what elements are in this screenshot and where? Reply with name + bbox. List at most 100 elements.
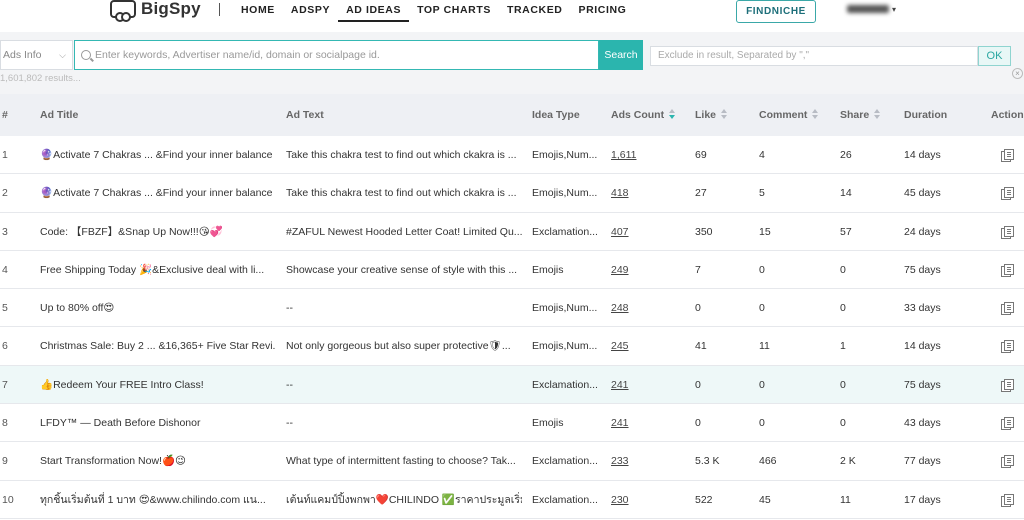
row-ad-text: Not only gorgeous but also super protect…	[286, 340, 511, 353]
copy-icon[interactable]	[1001, 263, 1014, 277]
row-ads-count[interactable]: 241	[611, 404, 629, 442]
brand-name: BigSpy	[141, 0, 201, 18]
row-duration: 43 days	[904, 417, 941, 430]
search-input[interactable]: Enter keywords, Advertiser name/id, doma…	[74, 40, 599, 70]
row-idea-type: Exclamation...	[532, 225, 598, 238]
row-ads-count[interactable]: 418	[611, 174, 629, 212]
row-share: 57	[840, 225, 852, 238]
row-ad-text: #ZAFUL Newest Hooded Letter Coat! Limite…	[286, 225, 522, 238]
sort-icon[interactable]	[874, 109, 881, 120]
search-button[interactable]: Search	[599, 40, 643, 70]
nav-tracked[interactable]: TRACKED	[499, 0, 571, 22]
exclude-input[interactable]: Exclude in result, Separated by ","	[650, 46, 978, 66]
row-comment: 4	[759, 149, 765, 161]
row-like: 0	[695, 378, 701, 391]
table-row[interactable]: 8 LFDY™ — Death Before Dishonor -- Emojis 24…	[0, 404, 1024, 443]
row-ads-count[interactable]: 407	[611, 213, 629, 251]
row-idea-type: Emojis,Num...	[532, 302, 598, 315]
table-row[interactable]: 2 🔮Activate 7 Chakras ... &Find your inne…	[0, 174, 1024, 213]
row-ads-count[interactable]: 233	[611, 442, 629, 480]
row-ad-text: --	[286, 417, 293, 430]
search-icon	[81, 50, 91, 60]
col-like[interactable]: Like	[695, 94, 728, 136]
row-comment: 0	[759, 302, 765, 315]
table-row[interactable]: 5 Up to 80% off😍 -- Emojis,Num... 248 0 0 0 33 d…	[0, 289, 1024, 328]
brand-logo[interactable]: BigSpy	[110, 0, 201, 22]
row-ads-count[interactable]: 230	[611, 481, 629, 519]
copy-icon[interactable]	[1001, 149, 1014, 162]
row-comment: 11	[759, 340, 770, 353]
row-comment: 0	[759, 378, 765, 391]
table-row[interactable]: 3 Code: 【FBZF】&Snap Up Now!!!😘💞 #ZAFUL New…	[0, 212, 1024, 251]
col-ads-count-label: Ads Count	[611, 109, 665, 121]
row-idea-type: Emojis	[532, 263, 564, 276]
col-idea-type: Idea Type	[532, 109, 580, 121]
copy-icon[interactable]	[1001, 378, 1014, 392]
copy-icon[interactable]	[1001, 340, 1014, 354]
user-menu[interactable]: ▾	[847, 4, 896, 15]
col-share[interactable]: Share	[840, 94, 881, 136]
row-duration: 17 days	[904, 493, 941, 506]
copy-icon[interactable]	[1001, 455, 1014, 469]
row-like: 0	[695, 302, 701, 315]
search-scope-select[interactable]: Ads Info ⌵	[0, 40, 73, 70]
search-bar-area: Ads Info ⌵ Enter keywords, Advertiser na…	[0, 32, 1024, 94]
table-row[interactable]: 9 Start Transformation Now!🍎😉 What type of…	[0, 442, 1024, 481]
row-ad-text: --	[286, 302, 293, 315]
findniche-button[interactable]: FINDNICHE	[736, 0, 816, 23]
row-share: 14	[840, 187, 852, 200]
row-ads-count[interactable]: 1,611	[611, 136, 637, 174]
sort-icon[interactable]	[721, 109, 728, 120]
row-like: 5.3 K	[695, 455, 720, 468]
row-ads-count[interactable]: 241	[611, 366, 629, 404]
row-duration: 45 days	[904, 187, 941, 200]
nav-pricing[interactable]: PRICING	[570, 0, 634, 22]
row-ad-title: 🔮Activate 7 Chakras ... &Find your inner…	[40, 187, 273, 200]
row-comment: 45	[759, 493, 771, 506]
row-ad-title: Code: 【FBZF】&Snap Up Now!!!😘💞	[40, 225, 223, 238]
row-ads-count[interactable]: 249	[611, 251, 629, 289]
row-like: 0	[695, 417, 701, 430]
results-count: 1,601,802 results...	[0, 73, 81, 84]
row-ad-title: Up to 80% off😍	[40, 302, 115, 315]
row-ads-count[interactable]: 248	[611, 289, 629, 327]
col-comment[interactable]: Comment	[759, 94, 819, 136]
nav-top-charts[interactable]: TOP CHARTS	[409, 0, 499, 22]
row-like: 7	[695, 263, 701, 276]
logo-divider	[219, 3, 220, 16]
table-row[interactable]: 4 Free Shipping Today 🎉&Exclusive deal wi…	[0, 250, 1024, 290]
copy-icon[interactable]	[1001, 417, 1014, 431]
nav-ad-ideas[interactable]: AD IDEAS	[338, 0, 410, 22]
row-share: 0	[840, 378, 846, 391]
copy-icon[interactable]	[1001, 225, 1014, 239]
row-ad-title: LFDY™ — Death Before Dishonor	[40, 417, 201, 430]
copy-icon[interactable]	[1001, 302, 1014, 316]
copy-icon[interactable]	[1001, 493, 1014, 507]
row-share: 0	[840, 263, 846, 276]
row-comment: 5	[759, 187, 765, 200]
table-row[interactable]: 6 Christmas Sale: Buy 2 ... &16,365+ Five…	[0, 327, 1024, 366]
row-ad-text: Take this chakra test to find out which …	[286, 149, 517, 161]
row-index: 1	[2, 149, 8, 161]
row-like: 41	[695, 340, 707, 353]
row-index: 8	[2, 417, 8, 430]
sort-icon[interactable]	[812, 109, 819, 120]
table-row[interactable]: 10 ทุกชิ้นเริ่มต้นที่ 1 บาท 😍&www.chilind…	[0, 480, 1024, 519]
nav-home[interactable]: HOME	[233, 0, 283, 22]
col-share-label: Share	[840, 109, 870, 121]
nav-adspy[interactable]: ADSPY	[283, 0, 338, 22]
row-share: 11	[840, 493, 851, 506]
sort-icon[interactable]	[669, 109, 676, 120]
table-row[interactable]: 1 🔮Activate 7 Chakras ... &Find your inne…	[0, 136, 1024, 175]
table-row[interactable]: 7 👍Redeem Your FREE Intro Class! -- Exclama…	[0, 365, 1024, 405]
copy-icon[interactable]	[1001, 187, 1014, 201]
col-ads-count[interactable]: Ads Count	[611, 94, 676, 136]
row-comment: 466	[759, 455, 777, 468]
row-duration: 75 days	[904, 378, 941, 391]
exclude-ok-button[interactable]: OK	[978, 46, 1011, 66]
close-icon[interactable]: ×	[1012, 68, 1023, 79]
row-duration: 24 days	[904, 225, 941, 238]
row-idea-type: Emojis	[532, 417, 564, 430]
row-like: 69	[695, 149, 707, 161]
row-ads-count[interactable]: 245	[611, 327, 629, 365]
